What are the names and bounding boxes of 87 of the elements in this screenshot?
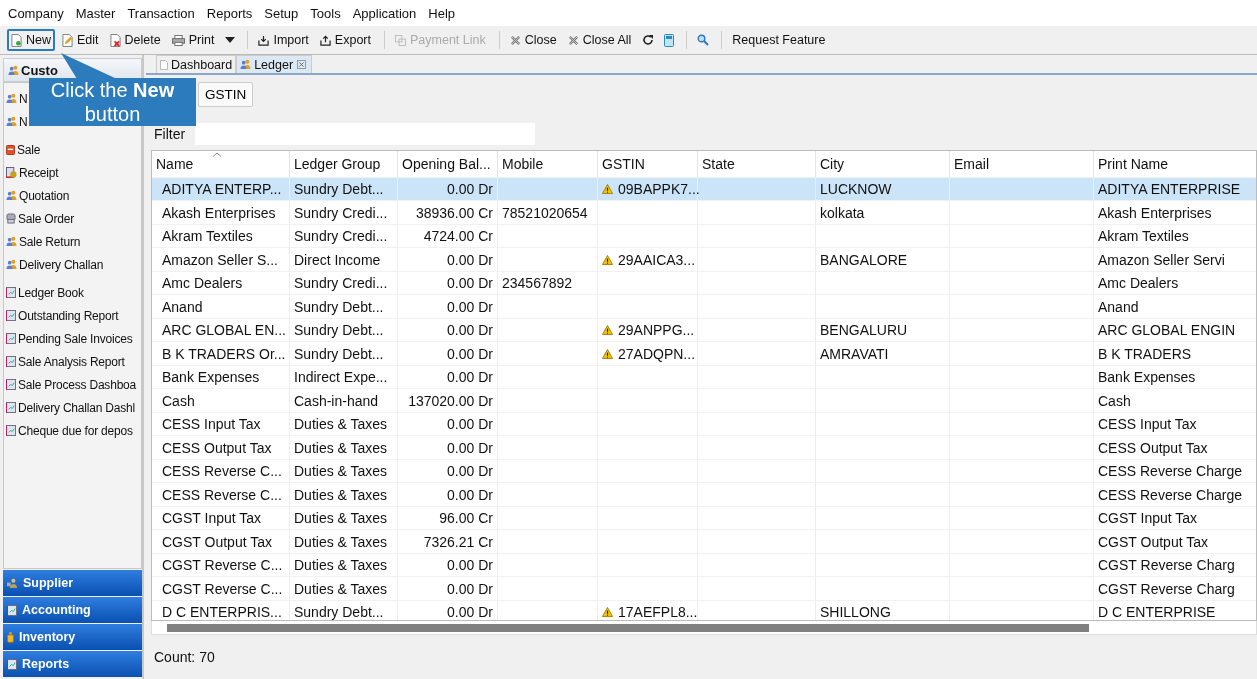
table-cell: Bank Expenses [1094, 364, 1256, 389]
table-cell: Cash-in-hand [290, 388, 398, 412]
gstin-text: 17AEFPL8... [618, 604, 698, 620]
table-cell: 0.00 Dr [398, 482, 498, 506]
table-cell: 0.00 Dr [398, 552, 498, 577]
table-cell: Sundry Credi... [290, 270, 398, 295]
table-cell: Akash Enterprises [152, 200, 290, 224]
table-cell: Akram Textiles [152, 223, 290, 248]
table-cell: Cash [152, 388, 290, 412]
table-cell: Duties & Taxes [290, 576, 398, 600]
table-cell: CGST Output Tax [152, 529, 290, 553]
table-cell: BENGALURU [816, 317, 950, 342]
table-cell: CESS Reverse C... [152, 482, 290, 506]
table-cell: Akash Enterprises [1094, 200, 1256, 224]
gstin-text: 29AAICA3... [618, 251, 696, 268]
table-cell: Amazon Seller S... [152, 247, 290, 271]
table-cell: CGST Reverse Charg [1094, 552, 1256, 577]
table-cell: CGST Input Tax [152, 505, 290, 530]
table-cell: CESS Output Tax [1094, 435, 1256, 459]
table-cell: Akram Textiles [1094, 223, 1256, 248]
table-cell: CESS Output Tax [152, 435, 290, 459]
table-cell: Indirect Expe... [290, 364, 398, 389]
table-cell: Duties & Taxes [290, 435, 398, 459]
table-cell: CESS Input Tax [152, 411, 290, 436]
table-cell: Duties & Taxes [290, 552, 398, 577]
table-cell: ADITYA ENTERP... [152, 176, 290, 201]
table-cell: Amc Dealers [152, 270, 290, 295]
table-cell: 0.00 Dr [398, 435, 498, 459]
table-cell: Sundry Debt... [290, 341, 398, 365]
record-count: Count: 70 [153, 648, 216, 667]
table-cell: 0.00 Dr [398, 247, 498, 271]
table-cell: 4724.00 Cr [398, 223, 498, 248]
table-cell: Bank Expenses [152, 364, 290, 389]
table-cell: 78521020654 [498, 200, 598, 224]
gstin-text: 29ANPPG... [618, 322, 695, 339]
table-cell: CESS Reverse C... [152, 458, 290, 483]
table-cell: Duties & Taxes [290, 482, 398, 506]
table-cell: CESS Input Tax [1094, 411, 1256, 436]
table-cell: Direct Income [290, 247, 398, 271]
table-cell: 0.00 Dr [398, 411, 498, 436]
table-cell: CGST Reverse Charg [1094, 576, 1256, 600]
table-cell: Cash [1094, 388, 1256, 412]
table-cell: Amc Dealers [1094, 270, 1256, 295]
table-cell: Duties & Taxes [290, 529, 398, 553]
table-cell: Amazon Seller Servi [1094, 247, 1256, 271]
table-cell: BANGALORE [816, 247, 950, 271]
table-cell: Duties & Taxes [290, 505, 398, 530]
table-cell: CGST Output Tax [1094, 529, 1256, 553]
table-cell: 96.00 Cr [398, 505, 498, 530]
table-cell: CESS Reverse Charge [1094, 458, 1256, 483]
gstin-text: 27ADQPN... [618, 345, 696, 362]
table-cell: AMRAVATI [816, 341, 950, 365]
table-cell: 0.00 Dr [398, 341, 498, 365]
table-cell: 0.00 Dr [398, 176, 498, 201]
table-cell: Sundry Debt... [290, 317, 398, 342]
table-cell: Anand [152, 294, 290, 318]
table-cell: Duties & Taxes [290, 411, 398, 436]
table-cell: ARC GLOBAL ENGIN [1094, 317, 1256, 342]
table-cell: 0.00 Dr [398, 270, 498, 295]
table-cell: Sundry Credi... [290, 223, 398, 248]
table-cell: Sundry Debt... [290, 294, 398, 318]
table-cell: CGST Input Tax [1094, 505, 1256, 530]
table-cell: Sundry Debt... [290, 176, 398, 201]
table-cell: Sundry Credi... [290, 200, 398, 224]
table-cell: ARC GLOBAL EN... [152, 317, 290, 342]
filter-label: Filter [153, 125, 187, 142]
table-cell: 7326.21 Cr [398, 529, 498, 553]
table-cell: LUCKNOW [816, 176, 950, 201]
table-cell: Duties & Taxes [290, 458, 398, 483]
table-cell: B K TRADERS Or... [152, 341, 290, 365]
table-cell: CESS Reverse Charge [1094, 482, 1256, 506]
table-cell: 0.00 Dr [398, 294, 498, 318]
table-cell: 0.00 Dr [398, 317, 498, 342]
table-cell: 0.00 Dr [398, 576, 498, 600]
table-cell: ADITYA ENTERPRISE [1094, 176, 1256, 201]
table-cell: Anand [1094, 294, 1256, 318]
table-cell: B K TRADERS [1094, 341, 1256, 365]
table-cell: 0.00 Dr [398, 458, 498, 483]
gstin-text: 09BAPPK7... [618, 181, 700, 198]
table-cell: kolkata [816, 200, 950, 224]
table-cell: 38936.00 Cr [398, 200, 498, 224]
section-title: Custo [21, 62, 58, 78]
table-cell: 0.00 Dr [398, 364, 498, 389]
table-cell: CGST Reverse C... [152, 576, 290, 600]
table-cell: 234567892 [498, 270, 598, 295]
table-cell: 137020.00 Dr [398, 388, 498, 412]
table-cell: CGST Reverse C... [152, 552, 290, 577]
